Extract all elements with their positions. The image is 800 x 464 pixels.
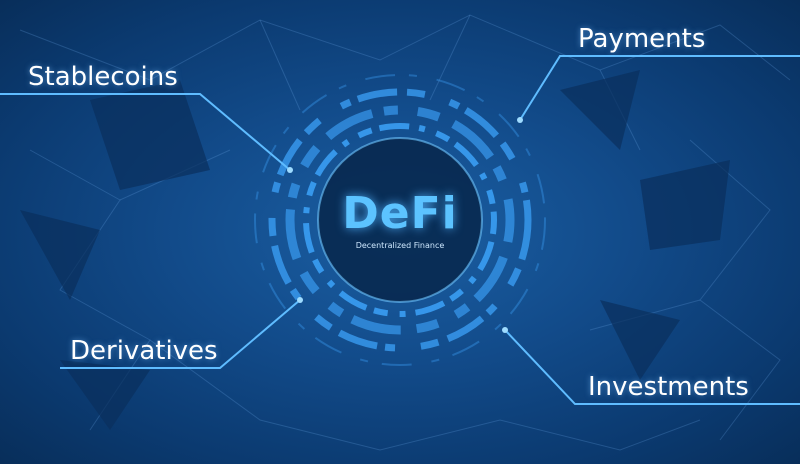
defi-illustration: DeFi Decentralized Finance Stablecoins P… [0, 0, 800, 464]
label-stablecoins: Stablecoins [28, 62, 178, 92]
label-payments: Payments [578, 24, 706, 54]
label-derivatives: Derivatives [70, 336, 218, 366]
defi-subtitle: Decentralized Finance [355, 241, 445, 250]
defi-title: DeFi [342, 188, 458, 239]
connector-payments [519, 55, 800, 121]
label-investments: Investments [588, 372, 749, 402]
